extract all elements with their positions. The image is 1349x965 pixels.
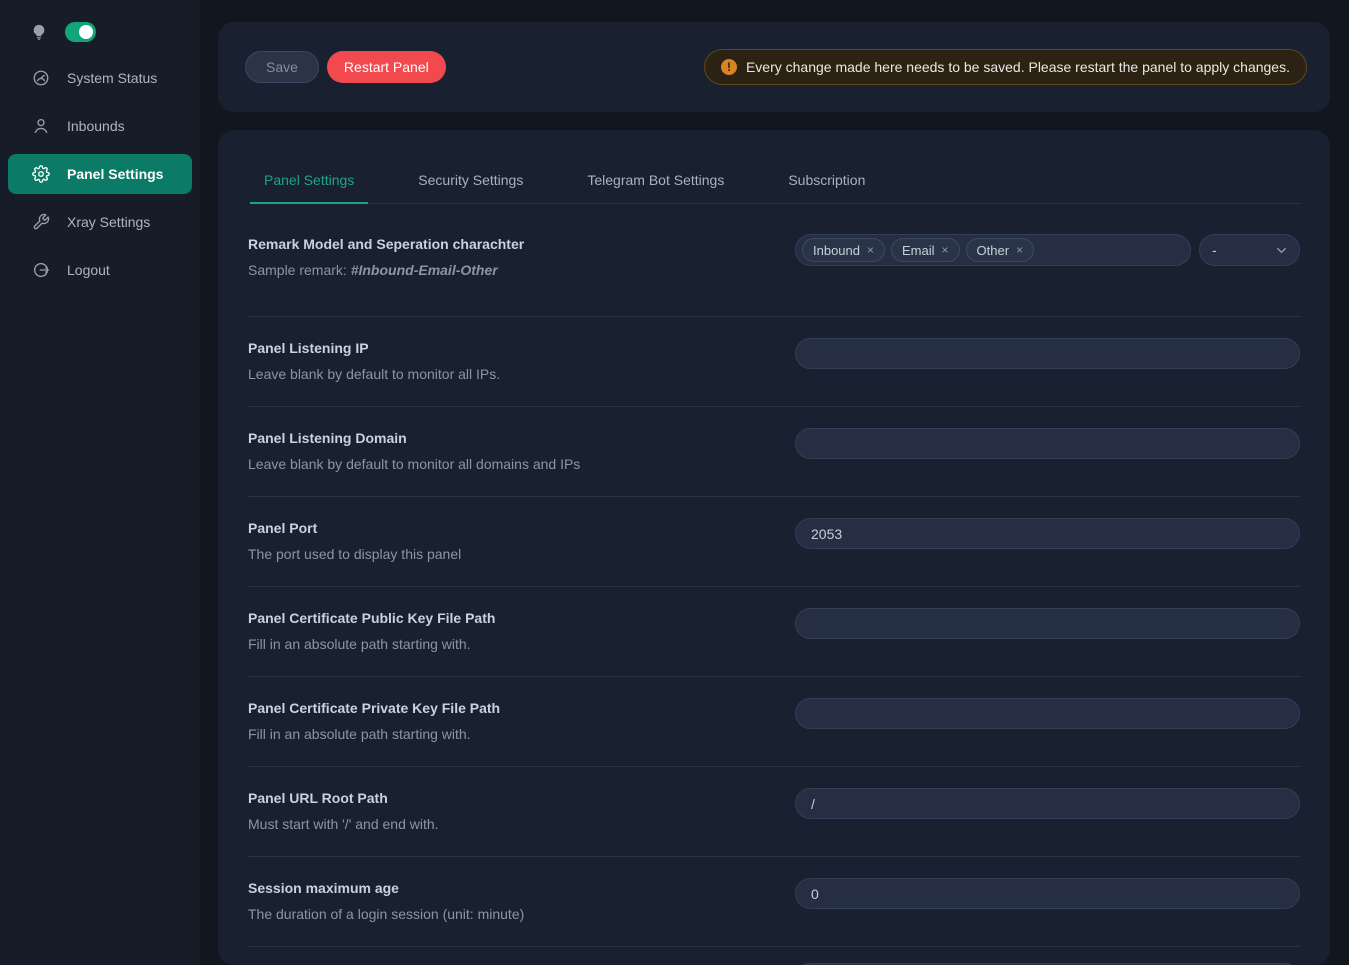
tab-panel-settings[interactable]: Panel Settings xyxy=(250,172,368,203)
row-description: The port used to display this panel xyxy=(248,544,755,564)
sidebar-item-xray-settings[interactable]: Xray Settings xyxy=(8,202,192,242)
cert-private-key-path-input[interactable] xyxy=(795,698,1300,729)
sidebar: System Status Inbounds Panel Settings Xr… xyxy=(0,0,200,965)
dark-mode-toggle[interactable] xyxy=(65,22,96,42)
row-info: Panel Listening Domain Leave blank by de… xyxy=(248,428,795,474)
main-area: Save Restart Panel ! Every change made h… xyxy=(200,0,1349,965)
form-row-remark-model: Remark Model and Seperation charachter S… xyxy=(248,204,1300,317)
sidebar-item-logout[interactable]: Logout xyxy=(8,250,192,290)
separator-select[interactable]: - xyxy=(1199,234,1300,266)
sidebar-item-label: Inbounds xyxy=(67,118,125,134)
unsaved-changes-alert: ! Every change made here needs to be sav… xyxy=(704,49,1307,85)
user-icon xyxy=(32,117,50,135)
row-label: Panel Listening IP xyxy=(248,338,755,358)
row-label: Panel URL Root Path xyxy=(248,788,755,808)
tag-other: Other × xyxy=(966,238,1035,262)
form-row-panel-url-root-path: Panel URL Root Path Must start with '/' … xyxy=(248,767,1300,857)
row-description: Leave blank by default to monitor all do… xyxy=(248,454,755,474)
row-label: Panel Certificate Public Key File Path xyxy=(248,608,755,628)
row-label: Session maximum age xyxy=(248,878,755,898)
row-label: Panel Port xyxy=(248,518,755,538)
row-info: Panel Listening IP Leave blank by defaul… xyxy=(248,338,795,384)
row-info: Panel Certificate Private Key File Path … xyxy=(248,698,795,744)
chevron-down-icon xyxy=(1276,245,1287,256)
row-label: Remark Model and Seperation charachter xyxy=(248,234,755,254)
sidebar-item-label: System Status xyxy=(67,70,157,86)
form-row-partial xyxy=(248,947,1300,965)
row-info: Panel Certificate Public Key File Path F… xyxy=(248,608,795,654)
row-label: Panel Certificate Private Key File Path xyxy=(248,698,755,718)
tag-inbound: Inbound × xyxy=(802,238,885,262)
cert-public-key-path-input[interactable] xyxy=(795,608,1300,639)
dashboard-icon xyxy=(32,69,50,87)
gear-icon xyxy=(32,165,50,183)
sidebar-item-system-status[interactable]: System Status xyxy=(8,58,192,98)
row-info: Remark Model and Seperation charachter S… xyxy=(248,234,795,280)
panel-listening-domain-input[interactable] xyxy=(795,428,1300,459)
row-control xyxy=(795,698,1300,729)
warning-icon: ! xyxy=(721,59,737,75)
tab-security-settings[interactable]: Security Settings xyxy=(404,172,537,203)
row-control xyxy=(795,338,1300,369)
settings-card: Panel Settings Security Settings Telegra… xyxy=(218,130,1330,965)
tag-label: Email xyxy=(902,243,935,258)
save-button[interactable]: Save xyxy=(245,51,319,83)
row-control xyxy=(795,878,1300,909)
sidebar-item-label: Xray Settings xyxy=(67,214,150,230)
row-info: Panel URL Root Path Must start with '/' … xyxy=(248,788,795,834)
tab-bar: Panel Settings Security Settings Telegra… xyxy=(250,130,1300,204)
form-row-cert-public-key-path: Panel Certificate Public Key File Path F… xyxy=(248,587,1300,677)
row-control xyxy=(795,608,1300,639)
wrench-icon xyxy=(32,213,50,231)
row-description: The duration of a login session (unit: m… xyxy=(248,904,755,924)
panel-port-input[interactable] xyxy=(795,518,1300,549)
form-row-session-max-age: Session maximum age The duration of a lo… xyxy=(248,857,1300,947)
row-control xyxy=(795,788,1300,819)
theme-toggle-row xyxy=(0,14,200,50)
tag-label: Other xyxy=(977,243,1010,258)
tag-label: Inbound xyxy=(813,243,860,258)
row-control xyxy=(795,428,1300,459)
remark-controls: Inbound × Email × Other × - xyxy=(795,234,1300,266)
panel-listening-ip-input[interactable] xyxy=(795,338,1300,369)
form-row-panel-listening-ip: Panel Listening IP Leave blank by defaul… xyxy=(248,317,1300,407)
form-row-panel-port: Panel Port The port used to display this… xyxy=(248,497,1300,587)
toolbar-card: Save Restart Panel ! Every change made h… xyxy=(218,22,1330,112)
sidebar-item-inbounds[interactable]: Inbounds xyxy=(8,106,192,146)
sidebar-item-label: Panel Settings xyxy=(67,166,163,182)
restart-panel-button[interactable]: Restart Panel xyxy=(327,51,446,83)
tag-close-icon[interactable]: × xyxy=(1016,244,1023,256)
sidebar-item-label: Logout xyxy=(67,262,110,278)
row-description: Must start with '/' and end with. xyxy=(248,814,755,834)
row-description: Fill in an absolute path starting with. xyxy=(248,724,755,744)
row-info: Session maximum age The duration of a lo… xyxy=(248,878,795,924)
row-info: Panel Port The port used to display this… xyxy=(248,518,795,564)
form-row-panel-listening-domain: Panel Listening Domain Leave blank by de… xyxy=(248,407,1300,497)
form-row-cert-private-key-path: Panel Certificate Private Key File Path … xyxy=(248,677,1300,767)
row-description: Sample remark: #Inbound-Email-Other xyxy=(248,260,755,280)
bulb-icon xyxy=(30,23,48,41)
row-control xyxy=(795,518,1300,549)
row-description: Leave blank by default to monitor all IP… xyxy=(248,364,755,384)
tag-close-icon[interactable]: × xyxy=(867,244,874,256)
toggle-knob xyxy=(79,25,93,39)
remark-tags-input[interactable]: Inbound × Email × Other × xyxy=(795,234,1191,266)
tab-telegram-bot-settings[interactable]: Telegram Bot Settings xyxy=(573,172,738,203)
tag-email: Email × xyxy=(891,238,960,262)
logout-icon xyxy=(32,261,50,279)
tag-close-icon[interactable]: × xyxy=(942,244,949,256)
select-value: - xyxy=(1212,242,1217,258)
sidebar-nav: System Status Inbounds Panel Settings Xr… xyxy=(0,58,200,290)
row-description-prefix: Sample remark: xyxy=(248,262,351,278)
row-label: Panel Listening Domain xyxy=(248,428,755,448)
alert-text: Every change made here needs to be saved… xyxy=(746,59,1290,75)
row-description: Fill in an absolute path starting with. xyxy=(248,634,755,654)
sample-remark: #Inbound-Email-Other xyxy=(351,262,498,278)
sidebar-item-panel-settings[interactable]: Panel Settings xyxy=(8,154,192,194)
session-max-age-input[interactable] xyxy=(795,878,1300,909)
panel-url-root-path-input[interactable] xyxy=(795,788,1300,819)
tab-subscription[interactable]: Subscription xyxy=(774,172,879,203)
